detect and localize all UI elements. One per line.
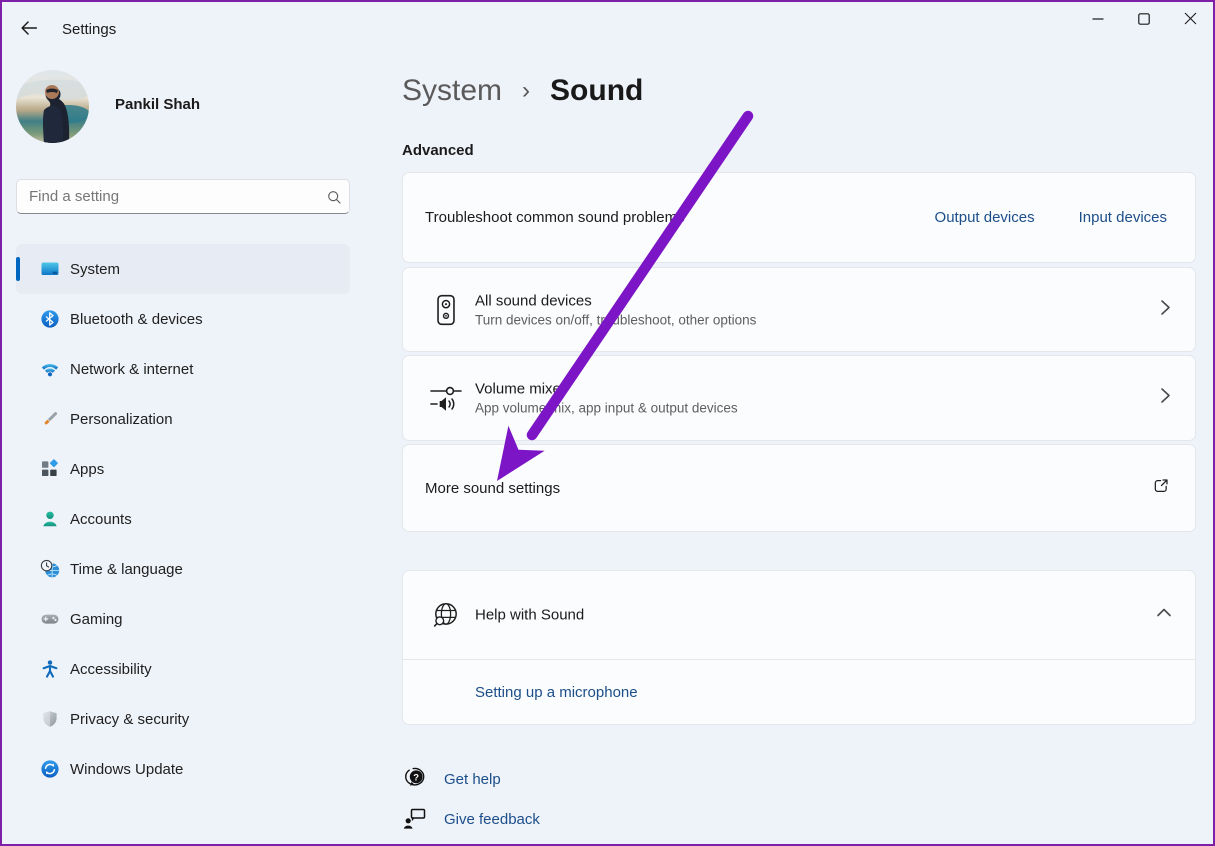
give-feedback-row[interactable]: Give feedback bbox=[402, 806, 540, 832]
sidebar-item-personalization[interactable]: Personalization bbox=[16, 394, 350, 444]
bluetooth-icon bbox=[40, 309, 60, 329]
gaming-icon bbox=[40, 609, 60, 629]
setting-up-microphone-link[interactable]: Setting up a microphone bbox=[475, 684, 638, 701]
sidebar-item-privacy-security[interactable]: Privacy & security bbox=[16, 694, 350, 744]
sidebar-item-label: Time & language bbox=[70, 561, 183, 578]
main-content: System › Sound Advanced Troubleshoot com… bbox=[402, 2, 1196, 846]
breadcrumb-parent[interactable]: System bbox=[402, 74, 502, 108]
get-help-icon: ? bbox=[402, 766, 428, 792]
user-name: Pankil Shah bbox=[115, 96, 200, 113]
settings-window: Settings bbox=[0, 0, 1215, 846]
volume-mixer-title: Volume mixer bbox=[475, 381, 738, 398]
sidebar-item-label: Gaming bbox=[70, 611, 123, 628]
search-input[interactable] bbox=[17, 188, 319, 205]
sidebar-item-gaming[interactable]: Gaming bbox=[16, 594, 350, 644]
page-title: Sound bbox=[550, 74, 643, 108]
volume-mixer-row[interactable]: Volume mixer App volume mix, app input &… bbox=[402, 355, 1196, 441]
sidebar-item-accounts[interactable]: Accounts bbox=[16, 494, 350, 544]
chevron-right-icon bbox=[1157, 297, 1173, 322]
chevron-up-icon[interactable] bbox=[1155, 606, 1173, 625]
breadcrumb-chevron-icon: › bbox=[522, 77, 530, 105]
external-link-icon bbox=[1151, 476, 1171, 501]
output-devices-link[interactable]: Output devices bbox=[935, 209, 1035, 226]
sidebar-item-label: System bbox=[70, 261, 120, 278]
sidebar-item-label: Privacy & security bbox=[70, 711, 189, 728]
network-icon bbox=[40, 359, 60, 379]
all-sound-devices-row[interactable]: All sound devices Turn devices on/off, t… bbox=[402, 267, 1196, 352]
more-sound-settings-title: More sound settings bbox=[425, 480, 560, 497]
system-icon bbox=[40, 259, 60, 279]
troubleshoot-card: Troubleshoot common sound problems Outpu… bbox=[402, 172, 1196, 263]
sidebar-nav: System Bluetooth & devices Network & int… bbox=[16, 244, 350, 794]
get-help-row[interactable]: ? Get help bbox=[402, 766, 501, 792]
give-feedback-label: Give feedback bbox=[444, 811, 540, 828]
help-with-sound-row[interactable]: Help with Sound bbox=[403, 571, 1195, 659]
time-language-icon bbox=[40, 559, 60, 579]
volume-mixer-icon bbox=[428, 380, 464, 416]
sidebar-item-windows-update[interactable]: Windows Update bbox=[16, 744, 350, 794]
app-title: Settings bbox=[62, 21, 116, 38]
chevron-right-icon bbox=[1157, 386, 1173, 411]
sidebar-item-bluetooth-devices[interactable]: Bluetooth & devices bbox=[16, 294, 350, 344]
sidebar-item-network-internet[interactable]: Network & internet bbox=[16, 344, 350, 394]
sidebar-item-label: Apps bbox=[70, 461, 104, 478]
sidebar-item-time-language[interactable]: Time & language bbox=[16, 544, 350, 594]
sidebar-item-accessibility[interactable]: Accessibility bbox=[16, 644, 350, 694]
accounts-icon bbox=[40, 509, 60, 529]
svg-text:?: ? bbox=[413, 772, 419, 783]
user-avatar bbox=[16, 70, 89, 143]
section-advanced-label: Advanced bbox=[402, 142, 474, 159]
help-card: Help with Sound Setting up a microphone bbox=[402, 570, 1196, 725]
give-feedback-icon bbox=[402, 806, 428, 832]
input-devices-link[interactable]: Input devices bbox=[1079, 209, 1167, 226]
back-arrow-icon bbox=[18, 17, 40, 44]
sidebar-item-label: Accessibility bbox=[70, 661, 152, 678]
windows-update-icon bbox=[40, 759, 60, 779]
all-sound-devices-title: All sound devices bbox=[475, 292, 756, 309]
personalization-icon bbox=[40, 409, 60, 429]
search-box[interactable] bbox=[16, 179, 350, 214]
search-icon bbox=[319, 189, 349, 205]
all-sound-devices-subtitle: Turn devices on/off, troubleshoot, other… bbox=[475, 312, 756, 327]
volume-mixer-subtitle: App volume mix, app input & output devic… bbox=[475, 401, 738, 416]
sidebar-item-label: Bluetooth & devices bbox=[70, 311, 203, 328]
accessibility-icon bbox=[40, 659, 60, 679]
back-button[interactable] bbox=[14, 16, 44, 44]
apps-icon bbox=[40, 459, 60, 479]
breadcrumb: System › Sound bbox=[402, 74, 643, 108]
sidebar-item-label: Accounts bbox=[70, 511, 132, 528]
selected-indicator bbox=[16, 257, 20, 281]
sidebar-item-apps[interactable]: Apps bbox=[16, 444, 350, 494]
sidebar-item-label: Windows Update bbox=[70, 761, 183, 778]
sidebar-item-label: Network & internet bbox=[70, 361, 193, 378]
globe-search-icon bbox=[428, 597, 464, 633]
sidebar-item-system[interactable]: System bbox=[16, 244, 350, 294]
speaker-icon bbox=[428, 292, 464, 328]
get-help-label: Get help bbox=[444, 771, 501, 788]
user-profile[interactable]: Pankil Shah bbox=[16, 70, 350, 144]
help-with-sound-title: Help with Sound bbox=[475, 607, 584, 624]
more-sound-settings-row[interactable]: More sound settings bbox=[402, 444, 1196, 532]
sidebar-item-label: Personalization bbox=[70, 411, 173, 428]
privacy-security-icon bbox=[40, 709, 60, 729]
troubleshoot-title: Troubleshoot common sound problems bbox=[425, 209, 685, 226]
